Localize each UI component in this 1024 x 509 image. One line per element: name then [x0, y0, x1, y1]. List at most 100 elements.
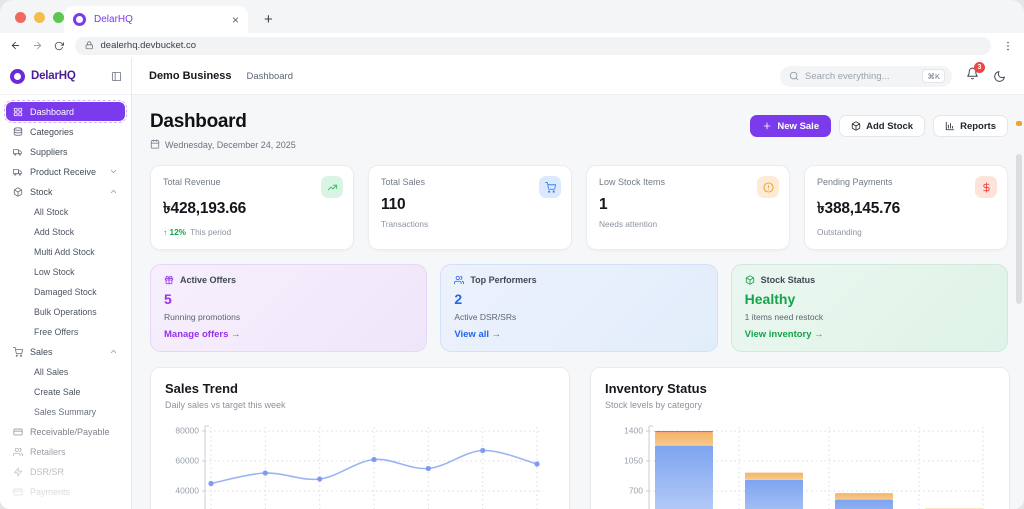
- reports-button[interactable]: Reports: [933, 115, 1008, 137]
- app-root: DelarHQ Dashboard Categories Suppliers Prod…: [0, 58, 1024, 509]
- promo-label: Top Performers: [470, 275, 537, 285]
- promo-link[interactable]: View inventory →: [745, 329, 994, 340]
- sidebar-item-create-sale[interactable]: Create Sale: [6, 382, 125, 401]
- gift-icon: [164, 275, 174, 285]
- sidebar-header: DelarHQ: [0, 58, 131, 95]
- sidebar-item-label: Low Stock: [34, 266, 75, 277]
- promo-link[interactable]: View all →: [454, 329, 703, 340]
- sidebar-item-categories[interactable]: Categories: [6, 122, 125, 141]
- sales-trend-card: Sales Trend Daily sales vs target this w…: [150, 367, 570, 509]
- business-name: Demo Business: [149, 70, 232, 82]
- stat-card-total-revenue: Total Revenue ৳428,193.66 ↑ 12% This period: [150, 165, 354, 250]
- sidebar-item-dsr-sr[interactable]: DSR/SR: [6, 462, 125, 481]
- page-title: Dashboard: [150, 111, 247, 132]
- promo-sub: Running promotions: [164, 312, 241, 322]
- page-scrollbar[interactable]: [1015, 118, 1023, 508]
- sidebar-item-sales[interactable]: Sales: [6, 342, 125, 361]
- wallet-icon: [13, 427, 23, 437]
- new-tab-button[interactable]: +: [264, 11, 273, 28]
- inventory-status-card: Inventory Status Stock levels by categor…: [590, 367, 1010, 509]
- promo-link[interactable]: Manage offers →: [164, 329, 413, 340]
- stat-sub: Transactions: [381, 219, 559, 229]
- bolt-icon: [13, 466, 23, 477]
- cart-icon: [13, 346, 23, 357]
- sidebar-item-damaged-stock[interactable]: Damaged Stock: [6, 282, 125, 301]
- sidebar-item-payments[interactable]: Payments: [6, 482, 125, 501]
- stat-label: Low Stock Items: [599, 177, 666, 187]
- stat-sub-text: Outstanding: [817, 227, 862, 237]
- forward-icon[interactable]: [32, 40, 43, 51]
- url-text: dealerhq.devbucket.co: [100, 40, 197, 51]
- stat-sub-text: This period: [190, 227, 232, 237]
- dashboard-icon: [13, 107, 23, 117]
- sidebar-item-label: Payments: [30, 486, 71, 497]
- plus-icon: [762, 121, 772, 131]
- button-label: Reports: [960, 120, 996, 132]
- stat-sub-text: Transactions: [381, 219, 429, 229]
- sidebar-item-free-offers[interactable]: Free Offers: [6, 322, 125, 341]
- sidebar-item-label: Product Receive: [30, 166, 97, 177]
- inventory-status-chart: 35070010501400: [605, 419, 995, 509]
- close-window-button[interactable]: [15, 12, 26, 23]
- sidebar-item-dashboard[interactable]: Dashboard: [4, 100, 127, 123]
- chevron-up-icon: [109, 347, 118, 356]
- chevron-down-icon: [109, 167, 118, 176]
- stat-label: Total Revenue: [163, 177, 221, 187]
- stat-value: 1: [599, 196, 608, 213]
- sidebar-item-suppliers[interactable]: Suppliers: [6, 142, 125, 161]
- stat-sub: Needs attention: [599, 219, 777, 229]
- sidebar: DelarHQ Dashboard Categories Suppliers Prod…: [0, 58, 132, 509]
- minimize-window-button[interactable]: [34, 12, 45, 23]
- close-tab-icon[interactable]: ×: [232, 14, 239, 26]
- wallet-icon: [13, 487, 23, 497]
- add-stock-button[interactable]: Add Stock: [839, 115, 926, 137]
- trend-icon: [321, 176, 343, 198]
- new-sale-button[interactable]: New Sale: [750, 115, 832, 137]
- browser-window: DelarHQ × + dealerhq.devbucket.co DelarH…: [0, 0, 1024, 509]
- sidebar-item-label: Damaged Stock: [34, 286, 97, 297]
- stat-value: ৳388,145.76: [817, 200, 901, 217]
- brand-logo-icon: [10, 68, 25, 84]
- package-icon: [745, 275, 755, 285]
- users-icon: [13, 447, 23, 457]
- brand-name: DelarHQ: [31, 70, 76, 82]
- sidebar-item-label: Add Stock: [34, 226, 75, 237]
- sidebar-collapse-icon[interactable]: [111, 71, 122, 82]
- global-search[interactable]: ⌘K: [780, 65, 952, 87]
- scrollbar-thumb[interactable]: [1016, 154, 1022, 304]
- sidebar-item-low-stock[interactable]: Low Stock: [6, 262, 125, 281]
- notifications-button[interactable]: 3: [966, 62, 985, 85]
- sidebar-item-label: All Stock: [34, 206, 69, 217]
- maximize-window-button[interactable]: [53, 12, 64, 23]
- promo-card-stock-status: Stock Status Healthy 1 items need restock V…: [730, 264, 1008, 352]
- sidebar-item-receivable-payable[interactable]: Receivable/Payable: [6, 422, 125, 441]
- address-bar[interactable]: dealerhq.devbucket.co: [75, 36, 991, 55]
- dollar-icon: [975, 176, 997, 198]
- svg-text:700: 700: [629, 485, 643, 495]
- search-input[interactable]: [805, 70, 917, 82]
- sidebar-item-multi-add-stock[interactable]: Multi Add Stock: [6, 242, 125, 261]
- sidebar-item-bulk-operations[interactable]: Bulk Operations: [6, 302, 125, 321]
- main-area: Demo Business Dashboard ⌘K 3: [132, 58, 1024, 509]
- calendar-icon: [150, 139, 160, 151]
- stat-card-pending-payments: Pending Payments ৳388,145.76 Outstanding: [804, 165, 1008, 250]
- sidebar-item-all-stock[interactable]: All Stock: [6, 202, 125, 221]
- browser-menu-icon[interactable]: [1002, 40, 1014, 52]
- reload-icon[interactable]: [54, 41, 64, 51]
- top-header: Demo Business Dashboard ⌘K 3: [132, 58, 1024, 95]
- browser-tab[interactable]: DelarHQ ×: [64, 6, 248, 33]
- breadcrumb[interactable]: Dashboard: [247, 71, 293, 82]
- sidebar-item-stock[interactable]: Stock: [6, 182, 125, 201]
- svg-text:1400: 1400: [624, 425, 643, 435]
- sidebar-item-retailers[interactable]: Retailers: [6, 442, 125, 461]
- chart-subtitle: Daily sales vs target this week: [165, 400, 286, 410]
- back-icon[interactable]: [10, 40, 21, 51]
- sidebar-item-label: Bulk Operations: [34, 306, 97, 317]
- sidebar-item-add-stock[interactable]: Add Stock: [6, 222, 125, 241]
- dark-mode-toggle[interactable]: [993, 70, 1006, 83]
- sidebar-item-sales-summary[interactable]: Sales Summary: [6, 402, 125, 421]
- sidebar-item-all-sales[interactable]: All Sales: [6, 362, 125, 381]
- promo-row: Active Offers 5 Running promotions Manage o…: [150, 264, 1008, 352]
- sidebar-item-product-receive[interactable]: Product Receive: [6, 162, 125, 181]
- promo-card-top-performers: Top Performers 2 Active DSR/SRs View all →: [440, 264, 718, 352]
